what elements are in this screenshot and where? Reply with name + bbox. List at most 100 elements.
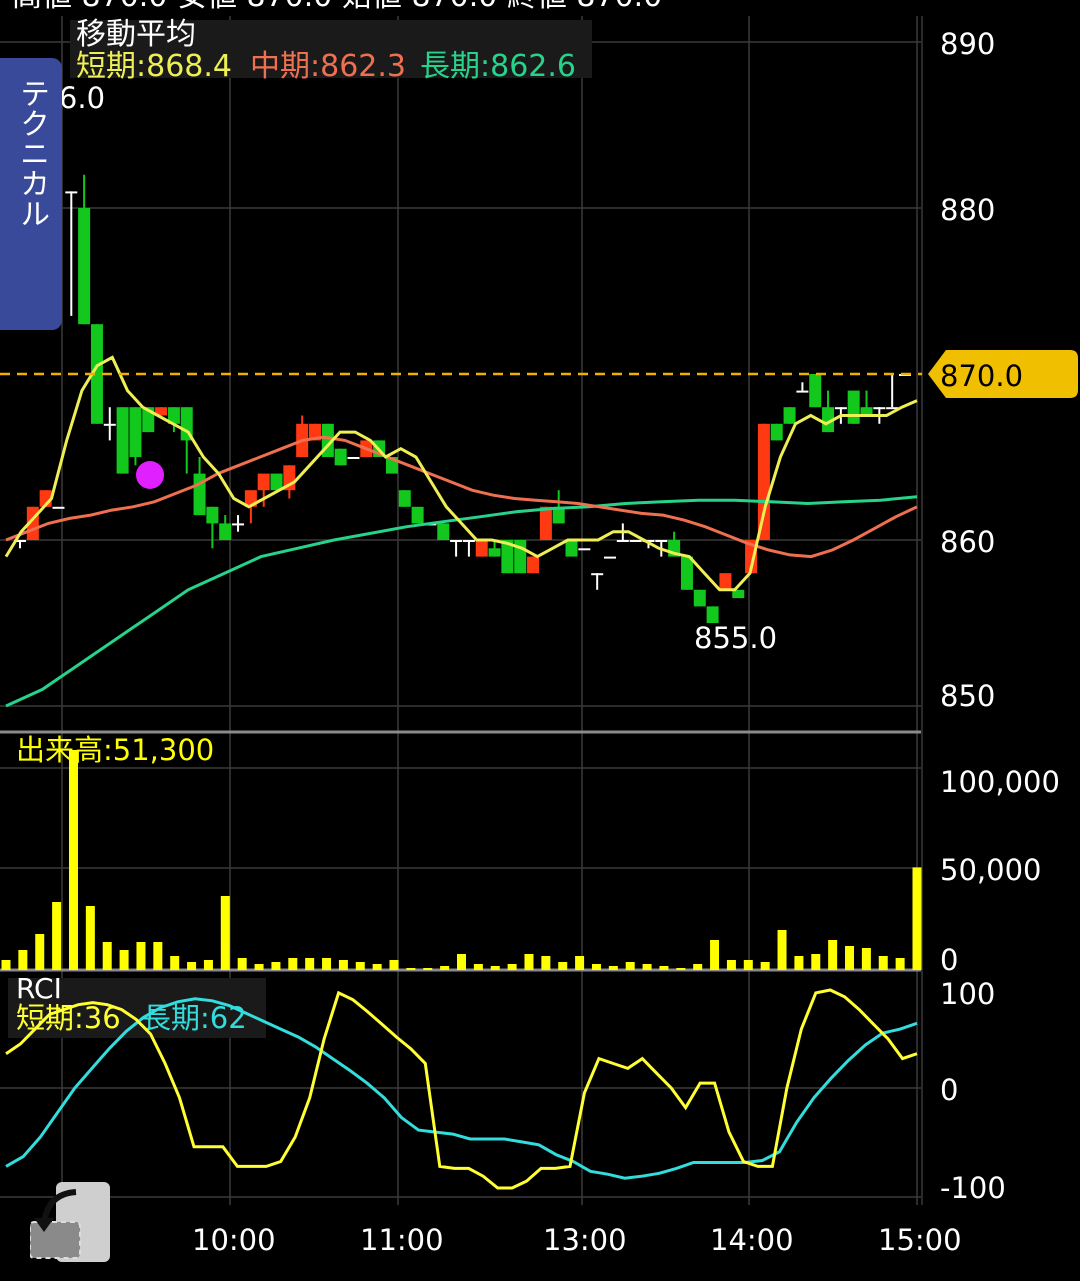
candle-body	[450, 540, 463, 542]
candle	[809, 374, 822, 408]
x-tick-label: 10:00	[192, 1223, 276, 1257]
ma-long-line	[5, 495, 918, 708]
ma-title: 移動平均	[76, 17, 196, 52]
candle-body	[783, 407, 796, 424]
volume-bar	[642, 964, 652, 970]
candle	[693, 589, 706, 607]
candle	[783, 407, 796, 424]
candle	[65, 191, 78, 316]
volume-bar	[760, 962, 770, 970]
volume-bar	[18, 950, 28, 970]
candle-body	[116, 407, 129, 474]
rci-y-tick: 100	[940, 977, 995, 1011]
candle	[539, 506, 552, 540]
candle-body	[873, 407, 886, 410]
rci-short-label: 短期:36	[16, 1001, 121, 1035]
candle	[796, 382, 809, 393]
candle-body	[847, 390, 860, 424]
volume-bar	[625, 962, 635, 970]
volume-bar	[591, 964, 601, 970]
volume-y-tick: 100,000	[940, 765, 1060, 799]
y-tick-label: 880	[940, 193, 995, 227]
volume-bar	[743, 960, 753, 970]
volume-bar	[811, 954, 821, 970]
volume-bar	[52, 902, 62, 970]
volume-bar	[406, 968, 416, 970]
ma-mid-label: 中期:862.3	[250, 49, 406, 84]
volume-bar	[1, 960, 11, 970]
candle	[629, 540, 642, 542]
candle-body	[411, 506, 424, 524]
ma-long-label: 長期:862.6	[420, 49, 576, 84]
volume-bar	[35, 934, 45, 970]
candle	[719, 573, 732, 590]
candle	[527, 556, 540, 574]
candle-body	[655, 540, 668, 542]
candle	[270, 473, 283, 491]
candle	[822, 390, 835, 433]
volume-bar	[119, 950, 129, 970]
volume-bar	[676, 968, 686, 970]
candle-body	[334, 448, 347, 466]
candle-body	[578, 548, 591, 551]
x-tick-label: 13:00	[543, 1223, 627, 1257]
candle-body	[616, 540, 629, 542]
candle	[334, 448, 347, 466]
candle	[462, 540, 475, 557]
back-button[interactable]	[29, 1182, 110, 1262]
candle-body	[604, 556, 616, 559]
candle	[78, 174, 91, 325]
candle-body	[719, 573, 732, 590]
volume-y-tick: 50,000	[940, 853, 1041, 887]
ma-short-label: 短期:868.4	[76, 49, 232, 84]
y-tick-label: 850	[940, 679, 995, 713]
candle-body	[565, 540, 578, 557]
candle	[450, 540, 463, 557]
volume-bar	[136, 942, 146, 970]
volume-bar	[153, 942, 163, 970]
candle	[565, 540, 578, 557]
candle	[847, 390, 860, 424]
volume-bar	[187, 962, 197, 970]
candle	[860, 390, 873, 416]
volume-bar	[288, 958, 298, 970]
candle	[232, 515, 245, 532]
volume-bar	[440, 966, 450, 970]
volume-bar	[254, 964, 264, 970]
volume-bar	[659, 966, 669, 970]
volume-bar	[710, 940, 720, 970]
volume-bar	[220, 896, 230, 970]
volume-bar	[608, 966, 618, 970]
candle	[296, 415, 309, 457]
candle-body	[219, 523, 232, 540]
rci-lines	[5, 988, 918, 1190]
volume-bar	[372, 964, 382, 970]
candle-body	[527, 556, 540, 574]
signal-marker[interactable]	[136, 461, 164, 489]
candle-body	[680, 556, 693, 590]
candle-body	[475, 540, 488, 557]
volume-bar	[777, 930, 787, 970]
candle-body	[437, 523, 450, 540]
volume-bar	[693, 964, 703, 970]
candle	[129, 407, 142, 466]
undo-icon	[29, 1182, 110, 1262]
candle-body	[629, 540, 642, 542]
candle-body	[206, 506, 219, 524]
technical-tab[interactable]: テクニカル	[0, 58, 62, 330]
x-tick-label: 15:00	[878, 1223, 962, 1257]
candle-body	[834, 407, 847, 410]
candle-body	[796, 390, 809, 393]
candle-body	[52, 506, 65, 509]
candle-body	[78, 208, 91, 325]
volume-bar	[338, 960, 348, 970]
volume-bar	[490, 966, 500, 970]
top-bar-text: 高値 870.0 安値 870.0 始値 870.0 終値 870.0	[12, 0, 662, 14]
volume-bar	[322, 958, 332, 970]
candle	[206, 506, 219, 549]
candle-body	[539, 506, 552, 540]
volume-bar	[558, 962, 568, 970]
volume-bar	[423, 968, 433, 970]
candle-body	[591, 573, 604, 576]
volume-bar	[524, 954, 534, 970]
